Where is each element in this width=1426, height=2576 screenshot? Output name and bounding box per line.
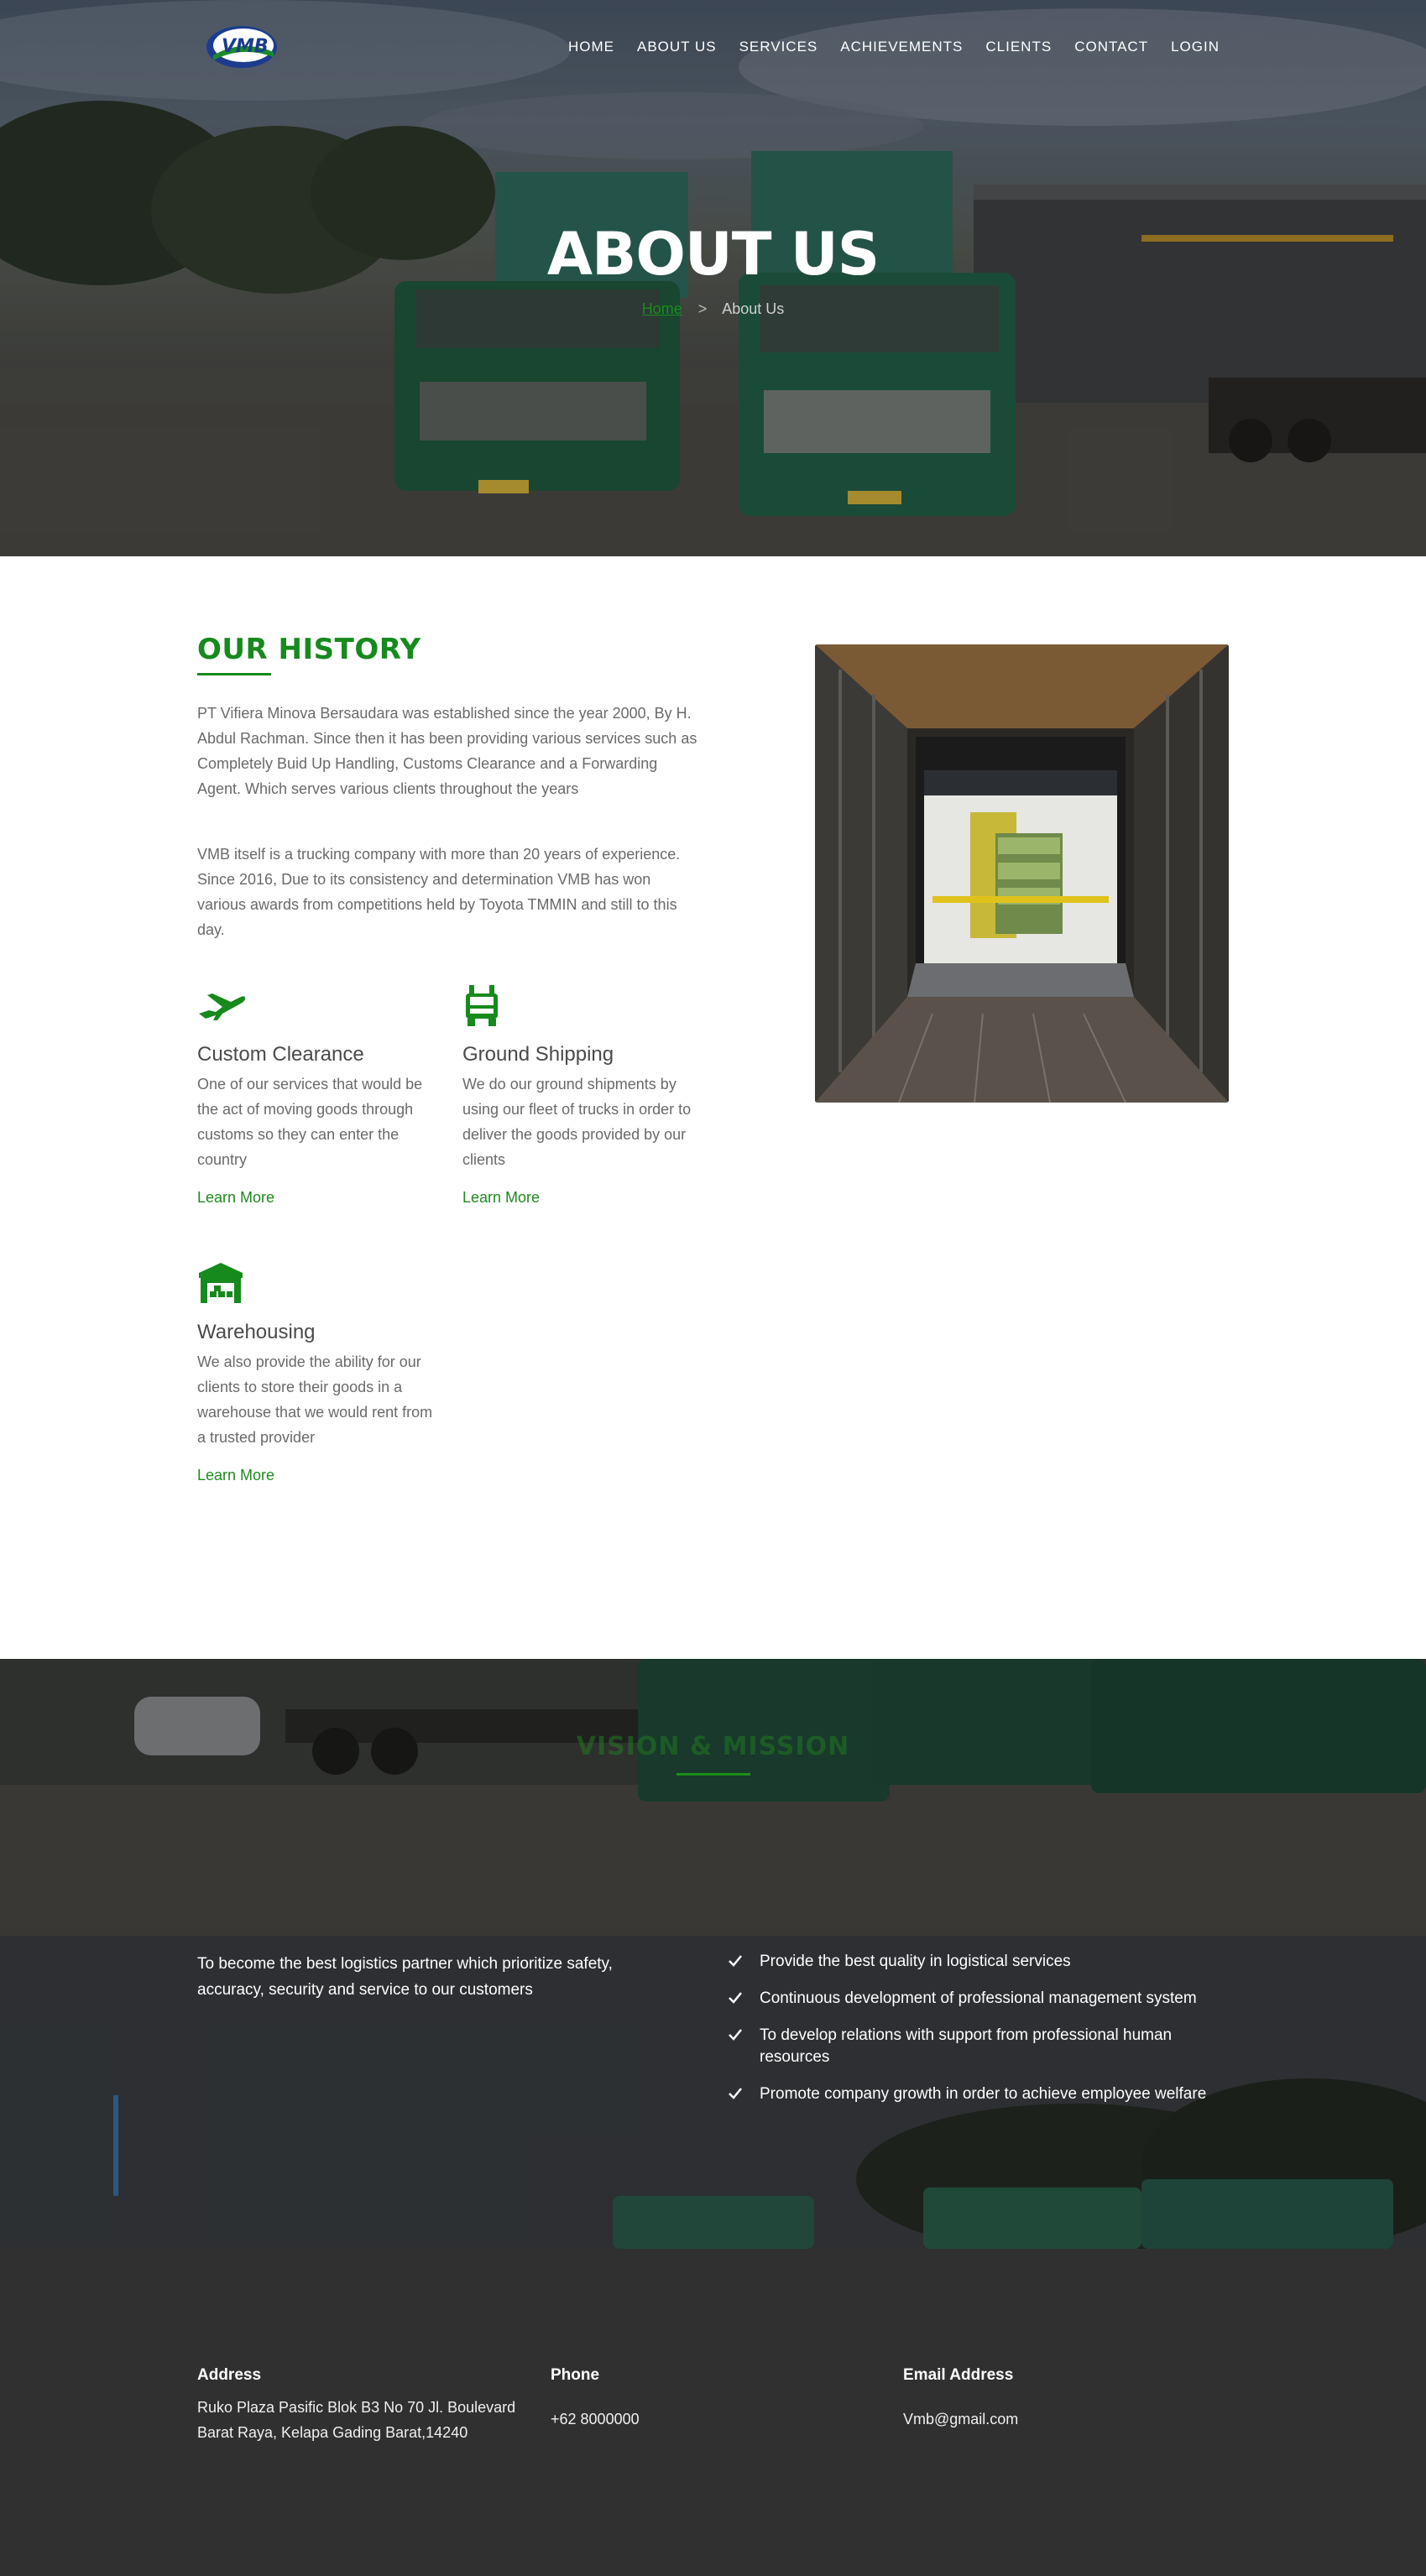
history-heading-underline [197,673,271,675]
vision-mission-underline [676,1773,750,1776]
learn-more-link[interactable]: Learn More [462,1189,540,1207]
service-title: Ground Shipping [462,1043,614,1066]
breadcrumb-home-link[interactable]: Home [642,300,682,317]
vision-statement: To become the best logistics partner whi… [197,1955,613,1999]
mission-text: Continuous development of professional m… [760,1989,1197,2007]
service-custom-clearance: Custom Clearance One of our services tha… [197,983,441,1207]
checkmark-icon [729,2088,742,2099]
main-navigation: HOME ABOUT US SERVICES ACHIEVEMENTS CLIE… [568,39,1220,55]
checkmark-icon [729,1992,742,2004]
mission-item: To develop relations with support from p… [727,2025,1230,2068]
service-title: Warehousing [197,1321,316,1343]
mission-item: Promote company growth in order to achie… [727,2083,1230,2105]
nav-login[interactable]: LOGIN [1171,39,1220,55]
nav-achievements[interactable]: ACHIEVEMENTS [840,39,963,55]
footer-address: Address Ruko Plaza Pasific Blok B3 No 70… [197,2366,533,2445]
nav-clients[interactable]: CLIENTS [985,39,1052,55]
mission-text: Provide the best quality in logistical s… [760,1953,1071,1970]
nav-services[interactable]: SERVICES [739,39,818,55]
airplane-icon [199,993,246,1020]
vmb-logo[interactable]: VMB [205,23,279,70]
breadcrumb: Home > About Us [0,300,1426,318]
learn-more-link[interactable]: Learn More [197,1467,274,1484]
footer-email: Email Address Vmb@gmail.com [903,2366,1205,2432]
warehouse-icon [199,1263,243,1303]
footer-phone-value[interactable]: +62 8000000 [551,2407,853,2432]
container-forklift-photo [815,644,1229,1103]
page-title: ABOUT US [546,220,880,289]
service-description: We do our ground shipments by using our … [462,1076,692,1168]
mission-list: Provide the best quality in logistical s… [727,1951,1230,2120]
history-heading: OUR HISTORY [197,633,421,666]
footer-phone-label: Phone [551,2366,600,2384]
mission-text: To develop relations with support from p… [760,2026,1173,2066]
vision-mission-heading: VISION & MISSION [576,1732,850,1761]
checkmark-icon [729,1955,742,1967]
footer-email-value[interactable]: Vmb@gmail.com [903,2407,1205,2432]
learn-more-link[interactable]: Learn More [197,1189,274,1207]
nav-home[interactable]: HOME [568,39,614,55]
history-paragraph-2: VMB itself is a trucking company with mo… [197,846,681,938]
service-description: One of our services that would be the ac… [197,1076,423,1168]
nav-about-us[interactable]: ABOUT US [637,39,717,55]
breadcrumb-separator: > [697,300,708,317]
service-warehousing: Warehousing We also provide the ability … [197,1261,441,1484]
footer-address-value: Ruko Plaza Pasific Blok B3 No 70 Jl. Bou… [197,2399,516,2441]
mission-item: Provide the best quality in logistical s… [727,1951,1230,1973]
history-paragraph-1: PT Vifiera Minova Bersaudara was establi… [197,705,697,797]
truck-icon [466,985,498,1026]
nav-contact[interactable]: CONTACT [1074,39,1148,55]
footer-address-label: Address [197,2366,262,2384]
service-title: Custom Clearance [197,1043,364,1066]
mission-text: Promote company growth in order to achie… [760,2085,1207,2103]
service-ground-shipping: Ground Shipping We do our ground shipmen… [462,983,706,1207]
breadcrumb-current: About Us [722,300,785,317]
footer-phone: Phone +62 8000000 [551,2366,853,2432]
mission-item: Continuous development of professional m… [727,1988,1230,2010]
checkmark-icon [729,2029,742,2041]
footer-email-label: Email Address [903,2366,1014,2384]
svg-text:VMB: VMB [222,36,269,57]
service-description: We also provide the ability for our clie… [197,1353,433,1446]
